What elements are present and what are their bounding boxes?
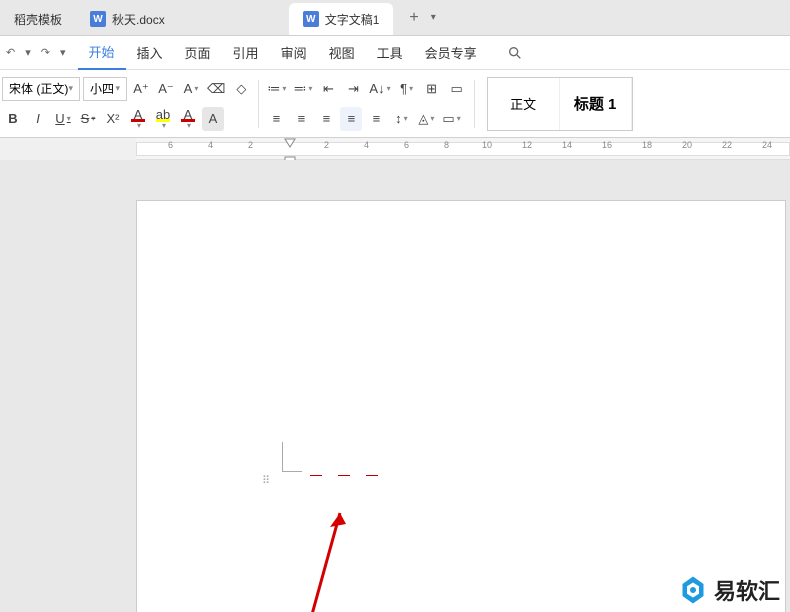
- redo-dropdown[interactable]: ▾: [60, 46, 66, 59]
- ruler-tick: 4: [364, 140, 369, 150]
- ruler-tick: 4: [208, 140, 213, 150]
- menu-reference[interactable]: 引用: [222, 36, 270, 70]
- undo-button[interactable]: ↶: [6, 46, 15, 59]
- ribbon: 宋体 (正文)▾ 小四▾ A⁺ A⁻ A ⌫ ◇ B I U S X² A ab…: [0, 70, 790, 138]
- superscript-button[interactable]: X²: [102, 107, 124, 131]
- tab-label: 文字文稿1: [325, 11, 380, 28]
- menu-insert[interactable]: 插入: [126, 36, 174, 70]
- sort-button[interactable]: A↓: [367, 77, 392, 101]
- ruler-tick: 2: [324, 140, 329, 150]
- ruler-tick: 8: [444, 140, 449, 150]
- ruler[interactable]: 6 4 2 2 4 6 8 10 12 14 16 18 20 22 24: [136, 138, 790, 160]
- font-color-button[interactable]: A: [177, 107, 199, 131]
- strike-button[interactable]: S: [77, 107, 99, 131]
- char-shading-button[interactable]: A: [202, 107, 224, 131]
- word-icon: W: [90, 11, 106, 27]
- font-name-select[interactable]: 宋体 (正文)▾: [2, 77, 80, 101]
- menu-review[interactable]: 审阅: [270, 36, 318, 70]
- outdent-button[interactable]: ⇤: [317, 77, 339, 101]
- ruler-tick: 6: [168, 140, 173, 150]
- new-tab-button[interactable]: +: [401, 9, 426, 27]
- tab-doc-new[interactable]: W 文字文稿1: [289, 3, 394, 35]
- para-border-button[interactable]: ▭: [440, 107, 462, 131]
- ruler-tick: 16: [602, 140, 612, 150]
- undo-dropdown[interactable]: ▾: [25, 46, 31, 59]
- style-heading1[interactable]: 标题 1: [560, 78, 632, 130]
- ruler-tick: 14: [562, 140, 572, 150]
- grow-font-button[interactable]: A⁺: [130, 77, 152, 101]
- underline-button[interactable]: U: [52, 107, 74, 131]
- page[interactable]: [136, 200, 786, 612]
- ruler-tick: 18: [642, 140, 652, 150]
- change-case-button[interactable]: A: [180, 77, 202, 101]
- numbering-button[interactable]: ≕: [291, 77, 314, 101]
- menu-member[interactable]: 会员专享: [414, 36, 488, 70]
- format-painter-button[interactable]: ◇: [230, 77, 252, 101]
- bullets-button[interactable]: ≔: [265, 77, 288, 101]
- align-justify-button[interactable]: ≡: [340, 107, 362, 131]
- align-center-button[interactable]: ≡: [290, 107, 312, 131]
- para-shading-button[interactable]: ◬: [415, 107, 437, 131]
- ruler-tick: 24: [762, 140, 772, 150]
- italic-button[interactable]: I: [27, 107, 49, 131]
- menu-view[interactable]: 视图: [318, 36, 366, 70]
- font-effect-button[interactable]: A: [127, 107, 149, 131]
- redo-button[interactable]: ↷: [41, 46, 50, 59]
- document-area[interactable]: ⠿: [0, 160, 790, 612]
- align-right-button[interactable]: ≡: [315, 107, 337, 131]
- eraser-icon: ⌫: [207, 81, 225, 97]
- ruler-tick: 2: [248, 140, 253, 150]
- ruler-tick: 12: [522, 140, 532, 150]
- font-size-select[interactable]: 小四▾: [83, 77, 127, 101]
- indent-button[interactable]: ⇥: [342, 77, 364, 101]
- styles-gallery: 正文 标题 1: [487, 77, 633, 131]
- diamond-icon: ◇: [236, 81, 246, 97]
- watermark-text: 易软汇: [714, 574, 780, 606]
- word-icon: W: [303, 11, 319, 27]
- tab-label: 秋天.docx: [112, 11, 165, 28]
- ruler-tick: 20: [682, 140, 692, 150]
- menu-page[interactable]: 页面: [174, 36, 222, 70]
- menu-tools[interactable]: 工具: [366, 36, 414, 70]
- align-left-button[interactable]: ≡: [265, 107, 287, 131]
- logo-icon: [678, 575, 708, 605]
- tab-doc-autumn[interactable]: W 秋天.docx: [76, 3, 179, 35]
- watermark: 易软汇: [678, 574, 780, 606]
- show-marks-button[interactable]: ¶: [396, 77, 418, 101]
- menubar: ↶ ▾ ↷ ▾ 开始 插入 页面 引用 审阅 视图 工具 会员专享: [0, 36, 790, 70]
- style-normal[interactable]: 正文: [488, 78, 560, 130]
- search-icon[interactable]: [496, 36, 534, 70]
- tab-label: 稻壳模板: [14, 11, 62, 28]
- tab-template[interactable]: 稻壳模板: [0, 3, 76, 35]
- clear-format-button[interactable]: ⌫: [205, 77, 227, 101]
- border-button[interactable]: ⊞: [421, 77, 443, 101]
- align-distribute-button[interactable]: ≡: [365, 107, 387, 131]
- shrink-font-button[interactable]: A⁻: [155, 77, 177, 101]
- line-spacing-button[interactable]: ↕: [390, 107, 412, 131]
- ruler-tick: 22: [722, 140, 732, 150]
- ruler-tick: 6: [404, 140, 409, 150]
- drag-handle-icon[interactable]: ⠿: [262, 474, 269, 487]
- ruler-tick: 10: [482, 140, 492, 150]
- indent-marker-icon[interactable]: [284, 138, 296, 148]
- menu-home[interactable]: 开始: [78, 36, 126, 70]
- tab-dropdown[interactable]: ▾: [427, 12, 440, 23]
- highlight-button[interactable]: ab: [152, 107, 174, 131]
- bold-button[interactable]: B: [2, 107, 24, 131]
- tab-button[interactable]: ▭: [446, 77, 468, 101]
